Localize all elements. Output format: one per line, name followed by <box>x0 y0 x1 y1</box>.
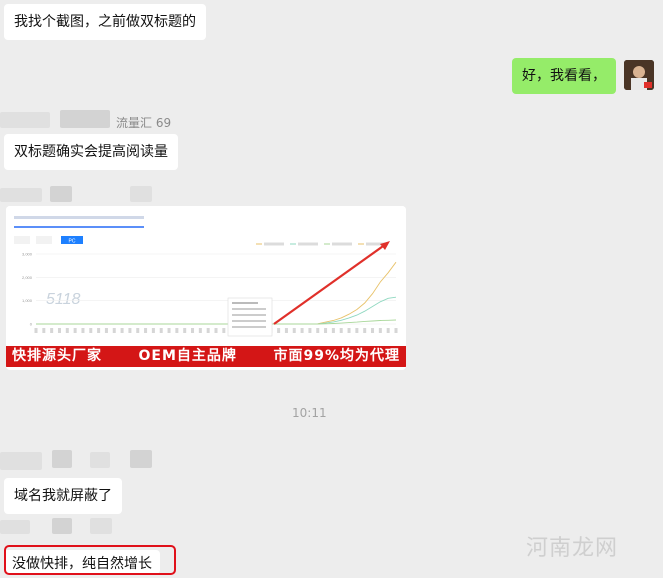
line-chart: PC 5118 01,0002,0003,000 <box>6 206 406 346</box>
x-tick-label <box>277 328 281 333</box>
image-message[interactable]: PC 5118 0 1,000 2,000 3,000 快排源头厂家 OEM自主品牌 … <box>6 206 406 370</box>
x-tick-label <box>120 328 124 333</box>
x-tick-label <box>316 328 320 333</box>
message-bubble-self[interactable]: 好，我看看， <box>512 58 616 94</box>
x-tick-label <box>81 328 85 333</box>
message-text: 域名我就屏蔽了 <box>14 488 112 504</box>
x-tick-label <box>159 328 163 333</box>
x-tick-label <box>191 328 195 333</box>
blurred-name <box>130 450 152 468</box>
y-tick-label: 1,000 <box>22 298 33 303</box>
x-tick-label <box>65 328 69 333</box>
chart-title-underline <box>14 226 144 228</box>
x-tick-label <box>175 328 179 333</box>
blurred-name <box>52 450 72 468</box>
x-tick-label <box>206 328 210 333</box>
message-bubble-3[interactable]: 双标题确实会提高阅读量 <box>4 134 178 170</box>
message-bubble-4[interactable]: 域名我就屏蔽了 <box>4 478 122 514</box>
blurred-name <box>60 110 110 128</box>
x-tick-label <box>42 328 46 333</box>
site-watermark: 河南龙网 <box>526 536 619 561</box>
x-tick-label <box>89 328 93 333</box>
blurred-avatar <box>0 452 42 470</box>
x-tick-label <box>167 328 171 333</box>
x-tick-label <box>144 328 148 333</box>
message-text: 我找个截图，之前做双标题的 <box>14 14 196 30</box>
blurred-name <box>90 452 110 468</box>
x-tick-label <box>378 328 382 333</box>
x-tick-label <box>292 328 296 333</box>
y-tick-label: 2,000 <box>22 275 33 280</box>
blurred-name <box>52 518 72 534</box>
blurred-name <box>90 518 112 534</box>
x-tick-label <box>386 328 390 333</box>
x-tick-label <box>50 328 54 333</box>
tab-active-label: PC <box>69 239 76 245</box>
x-tick-label <box>128 328 132 333</box>
x-tick-label <box>151 328 155 333</box>
x-tick-label <box>104 328 108 333</box>
avatar[interactable] <box>624 60 654 90</box>
x-tick-label <box>34 328 38 333</box>
x-tick-label <box>394 328 398 333</box>
x-tick-label <box>214 328 218 333</box>
blurred-name <box>130 186 152 202</box>
x-tick-label <box>57 328 61 333</box>
x-tick-label <box>136 328 140 333</box>
x-tick-label <box>198 328 202 333</box>
x-tick-label <box>112 328 116 333</box>
x-tick-label <box>363 328 367 333</box>
tab-inactive <box>36 236 52 244</box>
time-divider: 10:11 <box>292 406 327 420</box>
sender-name: 流量汇 69 <box>116 116 172 130</box>
banner-right: 市面99%均为代理 <box>273 348 400 364</box>
x-tick-label <box>324 328 328 333</box>
x-tick-label <box>284 328 288 333</box>
x-tick-label <box>331 328 335 333</box>
legend-label <box>264 242 284 246</box>
ad-banner: 快排源头厂家 OEM自主品牌 市面99%均为代理 <box>6 346 406 367</box>
y-tick-label: 3,000 <box>22 252 33 257</box>
chart-title-bar <box>14 216 144 219</box>
legend-label <box>332 242 352 246</box>
x-tick-label <box>300 328 304 333</box>
x-tick-label <box>97 328 101 333</box>
blurred-name <box>0 520 30 534</box>
message-text: 好，我看看， <box>522 68 606 84</box>
x-tick-label <box>355 328 359 333</box>
message-text: 双标题确实会提高阅读量 <box>14 144 168 160</box>
watermark-logo-5118: 5118 <box>46 291 81 308</box>
message-bubble-1[interactable]: 我找个截图，之前做双标题的 <box>4 4 206 40</box>
chart-tooltip <box>227 297 273 337</box>
legend-label <box>298 242 318 246</box>
x-tick-label <box>371 328 375 333</box>
x-tick-label <box>339 328 343 333</box>
banner-left: 快排源头厂家 <box>12 348 102 364</box>
x-tick-label <box>347 328 351 333</box>
blurred-name <box>0 188 42 202</box>
avatar-image <box>624 60 654 90</box>
banner-mid: OEM自主品牌 <box>138 348 237 364</box>
blurred-avatar <box>0 112 50 128</box>
blurred-name <box>50 186 72 202</box>
x-tick-label <box>73 328 77 333</box>
x-tick-label <box>308 328 312 333</box>
x-tick-label <box>222 328 226 333</box>
x-tick-label <box>183 328 187 333</box>
tab-inactive <box>14 236 30 244</box>
highlight-box <box>4 545 176 575</box>
